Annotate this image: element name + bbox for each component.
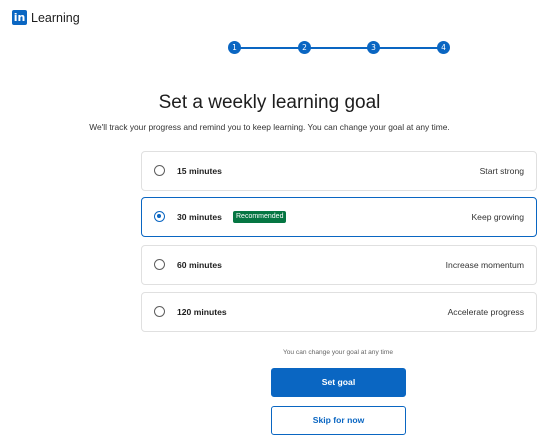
set-goal-button[interactable]: Set goal: [271, 368, 406, 397]
linkedin-learning-logo[interactable]: in Learning: [12, 10, 80, 25]
recommended-badge: Recommended: [233, 211, 287, 223]
goal-option-60-minutes[interactable]: 60 minutes Increase momentum: [141, 245, 537, 285]
step-1-dot: 1: [228, 41, 241, 54]
progress-stepper: 1 2 3 4: [228, 41, 450, 55]
skip-for-now-button[interactable]: Skip for now: [271, 406, 406, 435]
goal-option-15-minutes[interactable]: 15 minutes Start strong: [141, 151, 537, 191]
stepper-line: [234, 47, 444, 49]
radio-button[interactable]: [154, 306, 165, 317]
step-2-dot: 2: [298, 41, 311, 54]
change-goal-note: You can change your goal at any time: [282, 349, 394, 356]
page-title: Set a weekly learning goal: [158, 92, 381, 113]
goal-option-30-minutes[interactable]: 30 minutes Recommended Keep growing: [141, 197, 537, 237]
linkedin-icon: in: [12, 10, 27, 25]
option-description: Keep growing: [471, 212, 524, 222]
option-description: Start strong: [479, 166, 524, 176]
step-3-dot: 3: [367, 41, 380, 54]
option-label: 60 minutes: [177, 260, 222, 270]
radio-button[interactable]: [154, 165, 165, 176]
radio-button-selected[interactable]: [154, 211, 165, 222]
goal-option-120-minutes[interactable]: 120 minutes Accelerate progress: [141, 292, 537, 332]
step-4-dot: 4: [437, 41, 450, 54]
option-label: 120 minutes: [177, 307, 227, 317]
option-description: Increase momentum: [445, 260, 524, 270]
product-name: Learning: [31, 10, 80, 25]
option-description: Accelerate progress: [447, 307, 524, 317]
page-subtitle: We'll track your progress and remind you…: [89, 122, 450, 132]
option-label: 30 minutes: [177, 212, 222, 222]
option-label: 15 minutes: [177, 166, 222, 176]
radio-button[interactable]: [154, 259, 165, 270]
